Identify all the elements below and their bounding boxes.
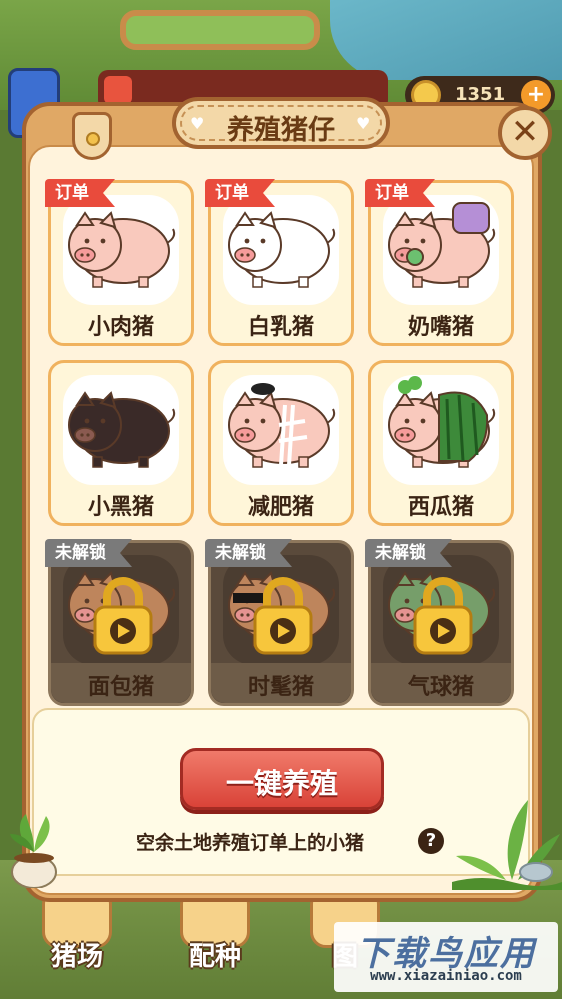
pig-name: 奶嘴猪 (407, 315, 474, 340)
nav-label: 配种 (188, 942, 241, 972)
help-icon[interactable]: ? (418, 828, 444, 854)
pig-name: 小黑猪 (87, 495, 154, 520)
one-click-breed-button[interactable]: 一键养殖 (180, 748, 384, 810)
card-diet-pig[interactable]: 减肥猪 (208, 360, 354, 526)
order-badge: 订单 (365, 179, 435, 207)
pig-name: 西瓜猪 (407, 495, 474, 520)
modal-title: 养殖猪仔 (227, 115, 335, 146)
pig-image (63, 375, 179, 485)
pig-image (383, 375, 499, 485)
pig-name: 减肥猪 (247, 495, 314, 520)
pig-image (223, 195, 339, 305)
pig-name: 小肉猪 (87, 315, 154, 340)
order-badge: 订单 (45, 179, 115, 207)
card-watermelon-pig[interactable]: 西瓜猪 (368, 360, 514, 526)
nav-label: 猪场 (50, 942, 103, 972)
locked-badge: 未解锁 (45, 539, 132, 567)
river (330, 0, 562, 80)
card-black-pig[interactable]: 小黑猪 (48, 360, 194, 526)
card-bread-pig[interactable]: 面包猪 未解锁 (45, 539, 194, 706)
pig-name: 白乳猪 (247, 315, 314, 340)
card-pork-pig[interactable]: 小肉猪 订单 (45, 179, 194, 346)
order-badge: 订单 (205, 179, 275, 207)
watermark-url: www.xiazainiao.com (370, 968, 522, 984)
breed-hint-text: 空余土地养殖订单上的小猪 (136, 832, 365, 854)
pig-image (383, 195, 499, 305)
breed-button-label: 一键养殖 (225, 767, 338, 800)
potted-plant-icon (10, 814, 57, 888)
locked-badge: 未解锁 (205, 539, 292, 567)
grass-decoration-icon (452, 800, 562, 890)
modal-title-plate: ♥ 养殖猪仔 ♥ (172, 97, 390, 149)
locked-badge: 未解锁 (365, 539, 452, 567)
pig-name: 气球猪 (407, 675, 474, 700)
card-balloon-pig[interactable]: 气球猪 未解锁 (365, 539, 514, 706)
pig-image (223, 375, 339, 485)
card-fashion-pig[interactable]: 时髦猪 未解锁 (205, 539, 354, 706)
card-white-pig[interactable]: 白乳猪 订单 (205, 179, 354, 346)
card-pacifier-pig[interactable]: 奶嘴猪 订单 (365, 179, 514, 346)
lock-play-icon[interactable] (251, 575, 315, 655)
fence-pen (120, 10, 320, 50)
close-icon: ✕ (510, 112, 540, 152)
cash-icon (104, 76, 132, 104)
heart-icon: ♥ (356, 114, 371, 133)
lock-play-icon[interactable] (91, 575, 155, 655)
lock-play-icon[interactable] (411, 575, 475, 655)
close-button[interactable]: ✕ (498, 106, 552, 160)
pig-name: 面包猪 (87, 675, 154, 700)
watermark: 下载鸟应用 www.xiazainiao.com (334, 922, 558, 992)
modal-tag-tab (72, 112, 112, 160)
pig-image (63, 195, 179, 305)
button-dot-icon (86, 132, 100, 146)
pig-name: 时髦猪 (247, 675, 314, 700)
